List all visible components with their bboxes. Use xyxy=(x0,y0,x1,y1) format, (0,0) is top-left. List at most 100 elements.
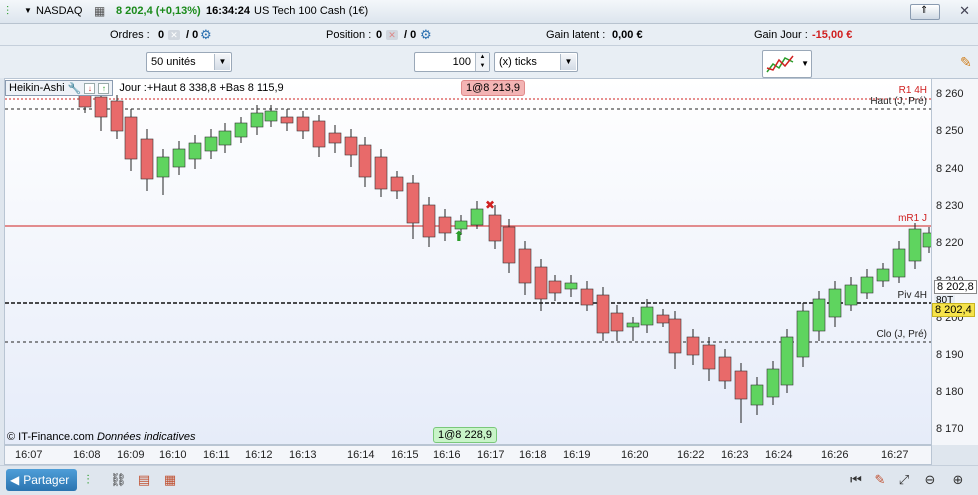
buy-marker-icon: ⬆ xyxy=(453,229,465,245)
line-label-mr1-j: mR1 J xyxy=(898,213,927,224)
candle-body xyxy=(438,216,452,234)
pin-icon[interactable]: ✎ xyxy=(960,54,972,71)
candle-body xyxy=(548,280,562,294)
draw-tool-icon[interactable]: ✎ xyxy=(872,472,888,488)
fit-screen-icon[interactable]: ⤢ xyxy=(896,472,912,488)
candle-body xyxy=(390,176,404,192)
candle-body xyxy=(922,232,931,248)
chart-type-icon xyxy=(766,55,794,73)
time-tick-label: 16:19 xyxy=(563,449,591,461)
position-settings-icon[interactable]: ⚙ xyxy=(420,27,432,43)
instrument-full-name: US Tech 100 Cash (1€) xyxy=(254,5,369,17)
close-marker-icon: ✖ xyxy=(485,198,495,212)
cursor-price-tag: 8 202,4 xyxy=(932,303,975,317)
time-tick-label: 16:08 xyxy=(73,449,101,461)
time-tick-label: 16:22 xyxy=(677,449,705,461)
dropdown-arrow-icon[interactable]: ▼ xyxy=(24,6,32,15)
order-label-bottom[interactable]: 1@8 228,9 xyxy=(433,427,497,443)
cancel-orders-icon[interactable]: ✕ xyxy=(168,30,180,40)
wrench-icon[interactable]: 🔧 xyxy=(68,82,82,95)
stepper-arrows-icon[interactable]: ▲ ▼ xyxy=(475,53,489,71)
candle-body xyxy=(534,266,548,300)
collapse-button[interactable]: ⇑ xyxy=(910,4,940,20)
share-button[interactable]: ◀ Partager xyxy=(6,469,78,491)
instrument-name[interactable]: NASDAQ xyxy=(36,5,82,17)
candle-body xyxy=(328,132,342,144)
candle-body xyxy=(626,322,640,328)
candle-body xyxy=(344,136,358,156)
latent-gain-value: 0,00 € xyxy=(612,29,643,41)
chart-icon[interactable]: ▦ xyxy=(94,4,105,18)
chevron-down-icon: ▼ xyxy=(560,54,576,70)
buy-arrow-icon[interactable]: ↑ xyxy=(98,82,110,94)
candle-body xyxy=(892,248,906,278)
chart-canvas: ✖⬆ xyxy=(5,85,931,423)
orders-pending: / 0 xyxy=(186,29,199,41)
mode-value: (x) ticks xyxy=(499,56,537,68)
time-tick-label: 16:18 xyxy=(519,449,547,461)
chart-type-button[interactable]: ▼ xyxy=(762,50,812,78)
first-page-icon[interactable]: ⏮ xyxy=(848,472,864,488)
line-label-r1-4h: R1 4H xyxy=(898,85,927,96)
zoom-out-icon[interactable]: ⊖ xyxy=(922,472,938,488)
order-label-top[interactable]: 1@8 213,9 xyxy=(461,80,525,96)
share-label: Partager xyxy=(23,473,70,487)
account-info-bar: Ordres : 0 ✕ / 0 ⚙ Position : 0 ✕ / 0 ⚙ … xyxy=(0,24,978,46)
candle-body xyxy=(718,356,732,382)
candle-body xyxy=(596,294,610,334)
chart-header: Heikin-Ashi 🔧 ↓ ↑ Jour :+Haut 8 338,8 +B… xyxy=(5,79,284,97)
units-select[interactable]: 50 unités ▼ xyxy=(146,52,232,72)
candle-body xyxy=(876,268,890,282)
orders-settings-icon[interactable]: ⚙ xyxy=(200,27,212,43)
chevron-down-icon: ▼ xyxy=(801,59,809,68)
indicator-name: Heikin-Ashi xyxy=(9,82,65,94)
link-icon[interactable]: ⛓ xyxy=(110,472,127,488)
time-axis[interactable]: 16:07 16:08 16:09 16:10 16:11 16:12 16:13 16:14… xyxy=(4,445,932,465)
zoom-in-icon[interactable]: ⊕ xyxy=(950,472,966,488)
price-tick-label: 8 220 xyxy=(936,237,964,249)
candle-body xyxy=(94,96,108,118)
candle-body xyxy=(796,310,810,358)
candle-body xyxy=(610,312,624,332)
position-pending: / 0 xyxy=(404,29,417,41)
candle-tool-icon[interactable]: ⫶ xyxy=(80,472,96,488)
table-icon[interactable]: ▤ xyxy=(136,472,152,488)
indicator-box[interactable]: Heikin-Ashi 🔧 ↓ ↑ xyxy=(5,80,114,96)
collapse-icon: ⇑ xyxy=(920,5,929,16)
candle-body xyxy=(668,318,682,354)
close-icon[interactable]: ✕ xyxy=(959,3,970,19)
candle-body xyxy=(564,282,578,290)
quantity-stepper[interactable]: 100 ▲ ▼ xyxy=(414,52,490,72)
candle-body xyxy=(374,156,388,190)
position-count: 0 xyxy=(376,29,383,41)
candle-body xyxy=(828,288,842,318)
price-tick-label: 8 180 xyxy=(936,386,964,398)
candle-body xyxy=(686,336,700,356)
price-chart[interactable]: ✖ ⬆ Heikin-Ashi 🔧 ↓ ↑ Jour :+Haut 8 338,8… xyxy=(4,78,932,445)
candlestick-icon: ⫶ xyxy=(6,4,10,18)
time-tick-label: 16:15 xyxy=(391,449,419,461)
sell-arrow-icon[interactable]: ↓ xyxy=(84,82,96,94)
chevron-down-icon: ▼ xyxy=(214,54,230,70)
line-label-haut: Haut (J, Pré) xyxy=(870,96,927,107)
day-gain-label: Gain Jour : xyxy=(754,29,808,41)
close-position-icon[interactable]: ✕ xyxy=(386,30,398,40)
time-tick-label: 16:07 xyxy=(15,449,43,461)
current-price-tag: 8 202,8 xyxy=(934,280,977,294)
candle-body xyxy=(234,122,248,138)
candle-body xyxy=(656,314,670,324)
price-axis[interactable]: 8 2608 2508 2408 2308 2208 2108 2008 190… xyxy=(932,78,978,445)
candle-body xyxy=(406,182,420,224)
time-tick-label: 16:23 xyxy=(721,449,749,461)
candle-body xyxy=(358,144,372,178)
calendar-icon[interactable]: ▦ xyxy=(162,472,178,488)
candle-body xyxy=(580,288,594,306)
top-bar: ⫶ ▼ NASDAQ ▦ 8 202,4 (+0,13%) 16:34:24 U… xyxy=(0,0,978,24)
day-range-info: Jour :+Haut 8 338,8 +Bas 8 115,9 xyxy=(119,82,284,94)
mode-select[interactable]: (x) ticks ▼ xyxy=(494,52,578,72)
time-tick-label: 16:14 xyxy=(347,449,375,461)
time-tick-label: 16:12 xyxy=(245,449,273,461)
time-tick-label: 16:20 xyxy=(621,449,649,461)
candle-body xyxy=(204,136,218,152)
trading-controls: 50 unités ▼ 100 ▲ ▼ (x) ticks ▼ xyxy=(0,46,978,78)
